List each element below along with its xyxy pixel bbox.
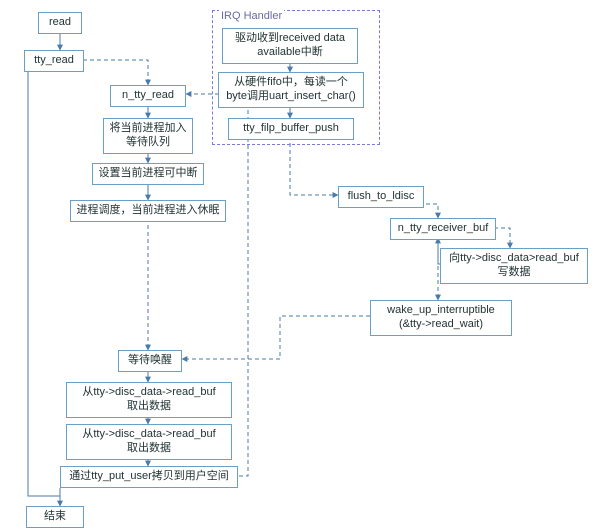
node-sched: 进程调度，当前进程进入休眠 (70, 200, 226, 222)
node-take2: 从tty->disc_data->read_buf 取出数据 (66, 424, 232, 460)
node-tty-read: tty_read (24, 50, 84, 72)
flowchart-canvas: IRQ Handler read tty_read n_tty_read 将当前… (0, 0, 600, 530)
node-write-rb: 向tty->disc_data>read_buf 写数据 (440, 248, 588, 284)
node-set-interrupt: 设置当前进程可中断 (92, 163, 204, 185)
node-enqueue: 将当前进程加入 等待队列 (103, 118, 193, 154)
node-irq-fifo: 从硬件fifo中，每读一个 byte调用uart_insert_char() (218, 72, 364, 108)
node-wakeup: wake_up_interruptible (&tty->read_wait) (370, 300, 512, 336)
node-wait-wake: 等待唤醒 (118, 350, 182, 372)
node-read: read (38, 12, 82, 34)
node-n-tty-read: n_tty_read (110, 85, 186, 107)
node-recv-buf: n_tty_receiver_buf (390, 218, 496, 240)
node-end: 结束 (26, 506, 84, 528)
node-put-user: 通过tty_put_user拷贝到用户空间 (60, 466, 238, 488)
node-take1: 从tty->disc_data->read_buf 取出数据 (66, 382, 232, 418)
node-irq-recv: 驱动收到received data available中断 (222, 28, 358, 64)
node-flip-push: tty_filp_buffer_push (228, 118, 354, 140)
irq-handler-group-label: IRQ Handler (219, 10, 284, 22)
node-flush: flush_to_ldisc (338, 186, 424, 208)
